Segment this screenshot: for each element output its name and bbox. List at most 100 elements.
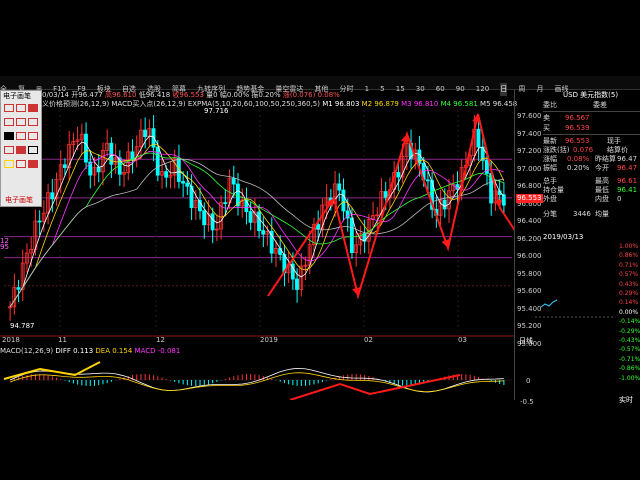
intraday-axis-label: -0.86% bbox=[619, 365, 640, 373]
low-value: 96.41 bbox=[617, 186, 638, 194]
intraday-axis-label: -0.14% bbox=[619, 318, 640, 326]
drawing-tool-icon[interactable] bbox=[4, 146, 14, 154]
drawing-tool-icon[interactable] bbox=[28, 118, 38, 126]
split-label: 分笔 bbox=[543, 210, 557, 218]
candle-body bbox=[316, 224, 321, 230]
trough-label: 94.787 bbox=[10, 322, 35, 330]
sell-label: 卖 bbox=[543, 114, 550, 122]
intraday-axis-label: 0.71% bbox=[619, 261, 639, 269]
macd-dea: DEA 0.154 bbox=[95, 347, 133, 355]
drawing-tool-icon[interactable] bbox=[16, 132, 26, 140]
candle-body bbox=[62, 164, 67, 169]
latest-label: 最新 bbox=[543, 137, 557, 145]
candle-body bbox=[202, 210, 207, 226]
intraday-axis-label: 0.43% bbox=[619, 280, 639, 288]
intraday-axis-label: 0.29% bbox=[619, 290, 639, 297]
buy-value: 96.539 bbox=[565, 124, 590, 132]
candle-body bbox=[223, 202, 228, 205]
avg-label: 均量 bbox=[595, 210, 609, 218]
inner-label: 内盘 bbox=[595, 195, 609, 203]
inner-value: 0 bbox=[617, 195, 622, 203]
quote-title: USD 美元指数(5) bbox=[563, 91, 619, 99]
macd-value: MACD -0.081 bbox=[134, 347, 181, 355]
open-label: 今开 bbox=[595, 164, 609, 172]
split-value: 3446 bbox=[573, 210, 591, 218]
open-int-label: 持仓量 bbox=[543, 186, 564, 194]
buy-label: 买 bbox=[543, 124, 550, 132]
candle-body bbox=[476, 128, 481, 148]
drawing-tool-icon[interactable] bbox=[28, 104, 38, 112]
low-label: 最低 bbox=[595, 186, 609, 194]
moving-average-line bbox=[9, 143, 505, 308]
candle-body bbox=[143, 129, 147, 138]
drawing-tool-icon[interactable] bbox=[16, 104, 26, 112]
drawing-palette[interactable]: 电子画笔 电子画笔 bbox=[0, 90, 42, 207]
prev-settle-value: 96.47 bbox=[617, 155, 638, 163]
drawing-tool-icon[interactable] bbox=[28, 132, 38, 140]
latest-value: 96.553 bbox=[565, 137, 590, 145]
candle-body bbox=[257, 211, 261, 231]
moving-average-line bbox=[9, 158, 504, 308]
candle-body bbox=[210, 213, 215, 231]
total-vol-label: 总手 bbox=[543, 177, 557, 185]
left-tag-2: 95 bbox=[0, 243, 9, 251]
month-label: 03 bbox=[458, 336, 467, 344]
candle-body bbox=[37, 220, 42, 223]
drawing-tool-icon[interactable] bbox=[28, 146, 38, 154]
candle-body bbox=[16, 287, 21, 290]
drawing-tool-icon[interactable] bbox=[28, 160, 38, 168]
drawing-tool-icon[interactable] bbox=[4, 118, 14, 126]
macd-header: MACD(12,26,9) DIFF 0.113 DEA 0.154 MACD … bbox=[0, 347, 180, 356]
now-vol-label: 现手 bbox=[607, 137, 621, 145]
candle-body bbox=[248, 211, 253, 223]
intraday-axis: 1.00% 0.86% 0.71% 0.57% 0.43% 0.29% 0.14% 0.00%… bbox=[619, 242, 640, 382]
palette-title: 电子画笔 bbox=[3, 92, 31, 100]
intraday-axis-label: -1.00% bbox=[619, 374, 640, 382]
intraday-axis-label: -0.43% bbox=[619, 337, 640, 344]
drawing-tool-icon[interactable] bbox=[16, 160, 26, 168]
month-axis: 2018 11 12 2019 02 03 bbox=[0, 336, 514, 345]
intraday-axis-label: 0.14% bbox=[619, 299, 639, 307]
candle-body bbox=[84, 133, 88, 163]
day-line-label[interactable]: 日线 bbox=[519, 337, 533, 346]
drawing-tool-icon[interactable] bbox=[4, 104, 14, 112]
candle-body bbox=[269, 230, 274, 254]
peak-label: 97.716 bbox=[204, 107, 229, 115]
drawing-tool-icon[interactable] bbox=[4, 132, 14, 140]
amplitude-label: 振幅 bbox=[543, 164, 557, 172]
palette-tools bbox=[1, 101, 41, 191]
change-pct-value: 0.08% bbox=[567, 155, 590, 163]
drawing-tool-icon[interactable] bbox=[16, 118, 26, 126]
macd-diff: DIFF 0.113 bbox=[55, 347, 94, 355]
candle-body bbox=[231, 178, 236, 185]
candle-body bbox=[295, 278, 299, 290]
candle-body bbox=[396, 172, 401, 178]
open-value: 96.47 bbox=[617, 164, 638, 172]
realtime-tab[interactable]: 实时 bbox=[619, 396, 633, 405]
quote-header-left: 委比 bbox=[543, 101, 557, 109]
amplitude-value: 0.20% bbox=[567, 164, 590, 172]
high-value: 96.61 bbox=[617, 177, 638, 185]
intraday-price-line bbox=[540, 299, 558, 308]
quote-panel: USD 美元指数(5) 委比 委差 卖 96.567 买 96.539 最新 9… bbox=[514, 90, 640, 404]
candle-body bbox=[337, 183, 342, 191]
quote-header-right: 委差 bbox=[593, 101, 607, 109]
intraday-axis-label: -0.71% bbox=[619, 355, 640, 363]
intraday-axis-label: 1.00% bbox=[619, 243, 639, 250]
divider bbox=[543, 111, 640, 112]
settle-label: 结算价 bbox=[607, 146, 628, 154]
drawing-tool-icon[interactable] bbox=[16, 146, 26, 154]
intraday-date: 2019/03/13 bbox=[543, 233, 584, 241]
candle-body bbox=[425, 179, 430, 182]
candle-body bbox=[261, 230, 266, 235]
intraday-axis-label: 0.86% bbox=[619, 252, 639, 260]
chart-toolbar: 全 复 ⊞ F10 F9 板块 自选 选股 简幕 九转序列 趋势基金 量空雷达 … bbox=[0, 76, 640, 96]
intraday-axis-label: 0.00% bbox=[619, 308, 639, 316]
drawing-tool-icon[interactable] bbox=[4, 160, 14, 168]
high-label: 最高 bbox=[595, 177, 609, 185]
intraday-axis-label: 0.57% bbox=[619, 271, 639, 279]
sell-value: 96.567 bbox=[565, 114, 590, 122]
palette-footer[interactable]: 电子画笔 bbox=[5, 196, 33, 205]
divider bbox=[543, 134, 640, 135]
candle-body bbox=[181, 181, 185, 184]
